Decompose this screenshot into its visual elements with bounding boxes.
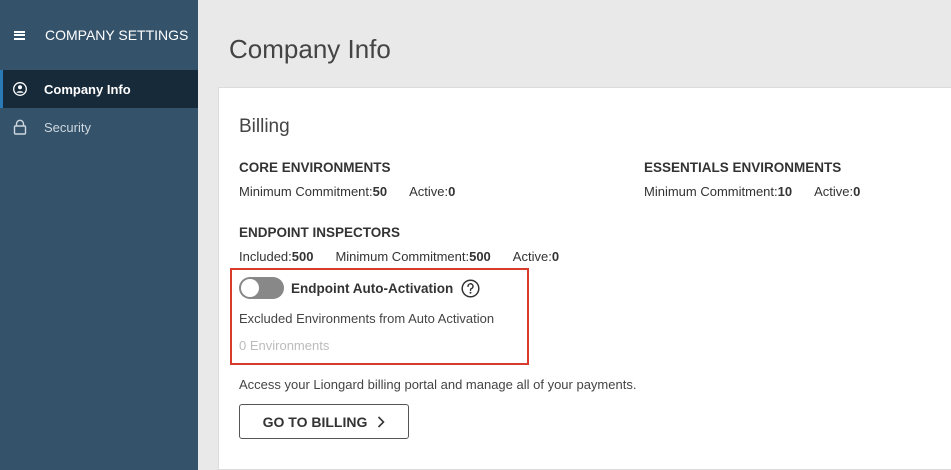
endpoint-min-label: Minimum Commitment:: [335, 249, 470, 264]
sidebar-title: COMPANY SETTINGS: [45, 27, 189, 43]
chevron-right-icon: [377, 415, 386, 428]
sidebar-item-label: Security: [44, 119, 91, 135]
auto-activation-label: Endpoint Auto-Activation: [291, 281, 454, 296]
endpoint-included-value: 500: [291, 249, 314, 264]
endpoint-inspectors-stats: Included:500 Minimum Commitment:500 Acti…: [239, 249, 581, 264]
hamburger-menu-icon[interactable]: [14, 30, 25, 40]
essentials-min-label: Minimum Commitment:: [644, 184, 778, 199]
endpoint-min-value: 500: [469, 249, 491, 264]
billing-title: Billing: [239, 116, 290, 137]
sidebar-item-company-info[interactable]: Company Info: [0, 70, 198, 108]
core-active-value: 0: [448, 184, 456, 199]
core-environments-stats: Minimum Commitment:50 Active:0: [239, 184, 477, 199]
sidebar: COMPANY SETTINGS Company Info Security: [0, 0, 198, 470]
essentials-min-value: 10: [777, 184, 793, 199]
billing-card: Billing CORE ENVIRONMENTS Minimum Commit…: [218, 87, 951, 470]
endpoint-active-value: 0: [551, 249, 560, 264]
auto-activation-toggle[interactable]: [239, 277, 284, 299]
endpoint-included-label: Included:: [239, 249, 292, 264]
core-environments-heading: CORE ENVIRONMENTS: [239, 160, 391, 175]
go-to-billing-label: GO TO BILLING: [262, 413, 368, 430]
essentials-active-value: 0: [853, 184, 861, 199]
billing-portal-description: Access your Liongard billing portal and …: [239, 377, 637, 392]
excluded-environments-count[interactable]: 0 Environments: [239, 338, 329, 353]
excluded-environments-label: Excluded Environments from Auto Activati…: [239, 311, 495, 326]
essentials-environments-heading: ESSENTIALS ENVIRONMENTS: [644, 160, 842, 175]
endpoint-active-label: Active:: [512, 249, 552, 264]
core-active-label: Active:: [409, 184, 449, 199]
lock-icon: [12, 119, 28, 135]
sidebar-item-security[interactable]: Security: [0, 108, 198, 146]
endpoint-inspectors-heading: ENDPOINT INSPECTORS: [239, 225, 401, 240]
essentials-environments-stats: Minimum Commitment:10 Active:0: [644, 184, 882, 199]
sidebar-item-label: Company Info: [44, 81, 131, 97]
active-indicator: [0, 70, 3, 108]
core-min-label: Minimum Commitment:: [239, 184, 373, 199]
core-min-value: 50: [372, 184, 388, 199]
help-icon[interactable]: [461, 279, 480, 298]
go-to-billing-button[interactable]: GO TO BILLING: [239, 404, 409, 439]
page-title: Company Info: [229, 34, 391, 64]
sidebar-header: COMPANY SETTINGS: [0, 0, 198, 70]
toggle-knob: [241, 279, 259, 297]
essentials-active-label: Active:: [814, 184, 854, 199]
user-circle-icon: [12, 81, 28, 97]
